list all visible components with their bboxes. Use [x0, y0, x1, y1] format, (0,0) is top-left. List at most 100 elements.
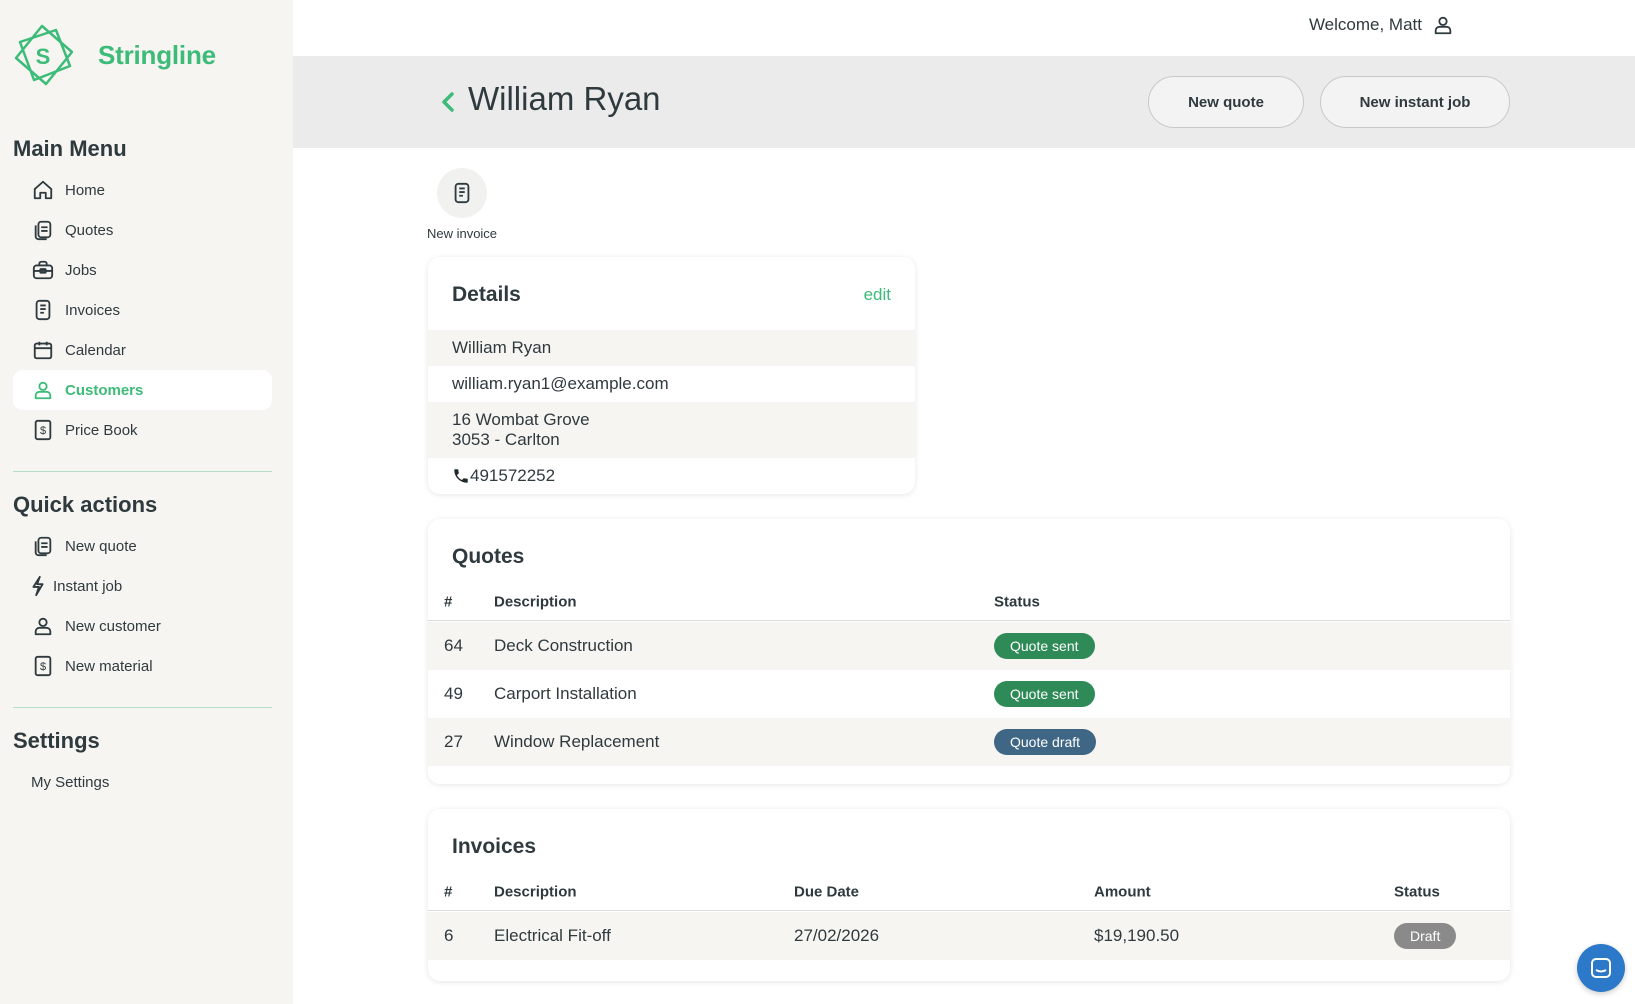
- quick-action-new-customer[interactable]: New customer: [13, 606, 272, 646]
- quotes-card: Quotes # Description Status 64 Deck Cons…: [428, 519, 1510, 784]
- customer-email[interactable]: william.ryan1@example.com: [428, 366, 915, 402]
- address-line-2: 3053 - Carlton: [452, 430, 560, 449]
- sidebar-item-label: Price Book: [65, 421, 138, 439]
- new-instant-job-button[interactable]: New instant job: [1320, 76, 1510, 128]
- support-chat-button[interactable]: [1577, 944, 1625, 992]
- home-icon: [31, 178, 55, 202]
- sidebar-item-customers[interactable]: Customers: [13, 370, 272, 410]
- status-badge-label: Quote draft: [994, 729, 1097, 755]
- invoice-description: Electrical Fit-off: [494, 926, 611, 945]
- quotes-table-header: # Description Status: [428, 583, 1510, 621]
- quote-number: 64: [444, 636, 463, 655]
- sidebar-item-label: New quote: [65, 537, 137, 555]
- invoice-due-date: 27/02/2026: [794, 926, 880, 945]
- sidebar-item-label: New material: [65, 657, 153, 675]
- column-amount: Amount: [1094, 883, 1151, 900]
- quick-action-instant-job[interactable]: Instant job: [13, 566, 272, 606]
- sidebar-item-label: Quotes: [65, 221, 114, 239]
- new-invoice-button[interactable]: [437, 168, 487, 218]
- table-row[interactable]: 64 Deck Construction Quote sent: [428, 622, 1510, 670]
- status-badge: Quote sent: [994, 681, 1095, 707]
- svg-text:$: $: [40, 661, 46, 673]
- column-description: Description: [494, 883, 577, 900]
- new-invoice-label: New invoice: [426, 226, 498, 241]
- column-number: #: [444, 883, 453, 900]
- sidebar-item-quotes[interactable]: Quotes: [13, 210, 272, 250]
- status-badge-label: Draft: [1394, 923, 1457, 949]
- sidebar-item-invoices[interactable]: Invoices: [13, 290, 272, 330]
- stringline-logo-icon: S: [14, 24, 74, 86]
- dollar-icon: $: [31, 654, 55, 678]
- quotes-icon: [31, 534, 55, 558]
- sidebar-item-label: Invoices: [65, 301, 121, 319]
- customer-phone[interactable]: 491572252: [428, 458, 915, 494]
- column-number: #: [444, 593, 453, 610]
- user-icon: [1432, 14, 1454, 36]
- user-icon: [31, 378, 55, 402]
- status-badge-label: Quote sent: [994, 633, 1095, 659]
- sidebar-item-label: Home: [65, 181, 106, 199]
- invoice-amount: $19,190.50: [1094, 926, 1180, 945]
- sidebar-item-label: New customer: [65, 617, 161, 635]
- sidebar-item-calendar[interactable]: Calendar: [13, 330, 272, 370]
- svg-text:S: S: [36, 44, 51, 69]
- brand-logo[interactable]: S Stringline: [12, 24, 216, 86]
- calendar-icon: [31, 338, 55, 362]
- table-row[interactable]: 27 Window Replacement Quote draft: [428, 718, 1510, 766]
- address-line-1: 16 Wombat Grove: [452, 410, 590, 429]
- quick-action-new-material[interactable]: $ New material: [13, 646, 272, 686]
- edit-details-link[interactable]: edit: [864, 285, 891, 305]
- status-badge: Quote sent: [994, 633, 1095, 659]
- customer-name: William Ryan: [428, 330, 915, 366]
- table-row[interactable]: 49 Carport Installation Quote sent: [428, 670, 1510, 718]
- column-due-date: Due Date: [794, 883, 860, 900]
- back-button[interactable]: [438, 88, 458, 116]
- sidebar-item-my-settings[interactable]: My Settings: [13, 762, 272, 802]
- sidebar: S Stringline Main Menu Home Quotes Jobs …: [0, 0, 293, 1004]
- user-icon: [31, 614, 55, 638]
- quote-description: Carport Installation: [494, 684, 637, 703]
- sidebar-item-jobs[interactable]: Jobs: [13, 250, 272, 290]
- user-menu[interactable]: Welcome, Matt: [1309, 14, 1454, 36]
- details-card: Details edit William Ryan william.ryan1@…: [428, 257, 915, 494]
- customer-address: 16 Wombat Grove 3053 - Carlton: [428, 402, 915, 458]
- sidebar-item-label: Instant job: [53, 577, 123, 595]
- quotes-icon: [31, 218, 55, 242]
- settings-title: Settings: [13, 728, 100, 753]
- svg-text:$: $: [40, 425, 46, 437]
- lightning-icon: [31, 574, 45, 598]
- column-status: Status: [994, 593, 1040, 610]
- sidebar-item-price-book[interactable]: $ Price Book: [13, 410, 272, 450]
- status-badge: Quote draft: [994, 729, 1097, 755]
- quote-number: 49: [444, 684, 463, 703]
- brand-name: Stringline: [98, 39, 216, 70]
- quick-action-new-quote[interactable]: New quote: [13, 526, 272, 566]
- quotes-title: Quotes: [452, 545, 525, 568]
- invoice-icon: [31, 298, 55, 322]
- status-badge: Draft: [1394, 923, 1457, 949]
- new-quote-button[interactable]: New quote: [1148, 76, 1304, 128]
- invoices-title: Invoices: [452, 835, 537, 858]
- invoice-icon: [454, 182, 470, 204]
- column-status: Status: [1394, 883, 1440, 900]
- phone-icon: [454, 469, 468, 483]
- sidebar-divider: [13, 707, 272, 708]
- sidebar-item-label: Jobs: [65, 261, 97, 279]
- briefcase-icon: [31, 258, 55, 282]
- quick-actions-title: Quick actions: [13, 492, 158, 517]
- status-badge-label: Quote sent: [994, 681, 1095, 707]
- table-row[interactable]: 6 Electrical Fit-off 27/02/2026 $19,190.…: [428, 912, 1510, 960]
- column-description: Description: [494, 593, 577, 610]
- welcome-text: Welcome, Matt: [1308, 15, 1422, 34]
- phone-number: 491572252: [470, 466, 556, 485]
- invoice-number: 6: [444, 926, 454, 945]
- details-title: Details: [452, 283, 521, 306]
- chevron-left-icon: [442, 92, 454, 112]
- quote-number: 27: [444, 732, 463, 751]
- chat-icon: [1591, 958, 1611, 978]
- main-menu-title: Main Menu: [13, 136, 127, 161]
- sidebar-item-home[interactable]: Home: [13, 170, 272, 210]
- quote-description: Deck Construction: [494, 636, 633, 655]
- dollar-icon: $: [31, 418, 55, 442]
- invoices-table-header: # Description Due Date Amount Status: [428, 873, 1510, 911]
